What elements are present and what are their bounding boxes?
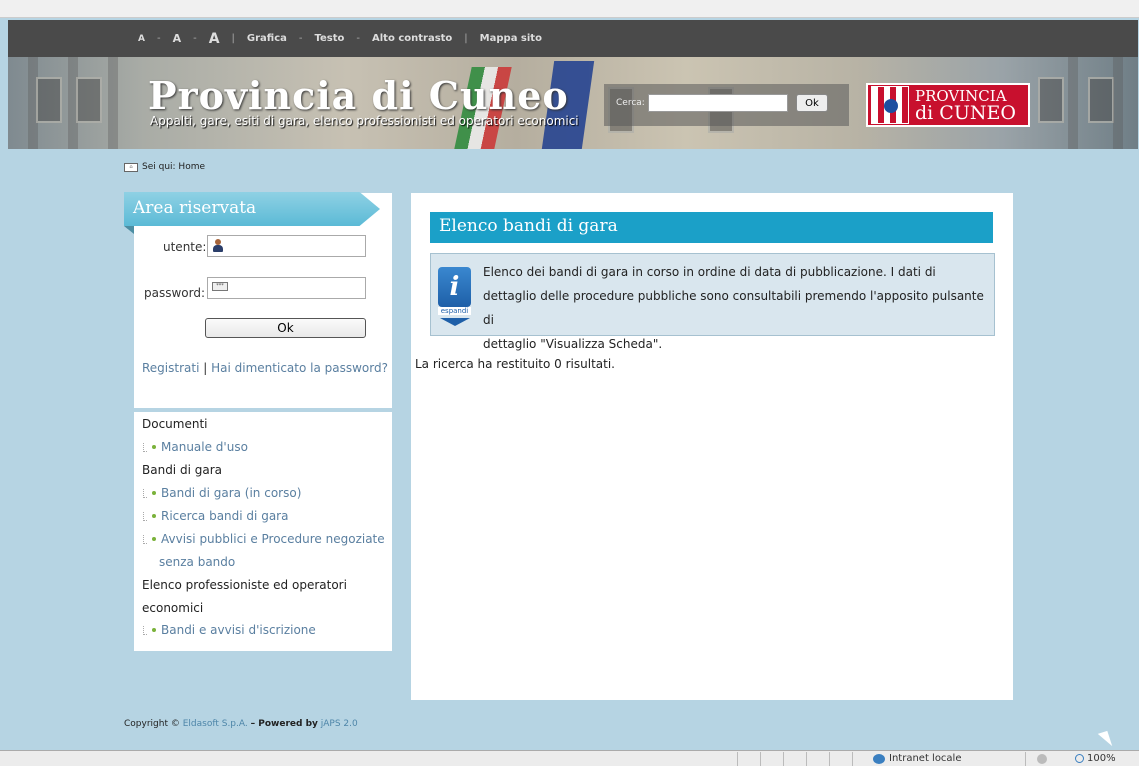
menu-item-bandi-iscrizione[interactable]: Bandi e avvisi d'iscrizione xyxy=(143,623,316,637)
search-box: Cerca: Ok xyxy=(604,84,849,126)
accessibility-bar: A - A - A | Grafica - Testo - Alto contr… xyxy=(8,20,1138,57)
info-text: Elenco dei bandi di gara in corso in ord… xyxy=(483,265,984,351)
menu-section-elenco: Elenco professioniste ed operatori xyxy=(142,578,347,592)
forgot-password-link[interactable]: Hai dimenticato la password? xyxy=(211,361,388,375)
menu-section-documenti: Documenti xyxy=(142,417,208,431)
separator: - xyxy=(298,33,303,44)
breadcrumb: ⌂ Sei qui: Home xyxy=(124,162,205,172)
font-size-small-link[interactable]: A xyxy=(138,34,145,44)
mouse-cursor-icon xyxy=(1097,730,1113,750)
menu-item-avvisi-pubblici[interactable]: Avvisi pubblici e Procedure negoziate xyxy=(143,532,385,546)
font-size-large-link[interactable]: A xyxy=(209,31,220,47)
header-banner: Provincia di Cuneo Appalti, gare, esiti … xyxy=(8,57,1138,149)
bullet-icon xyxy=(152,491,156,495)
bullet-icon xyxy=(152,628,156,632)
password-label: password: xyxy=(144,286,206,300)
provincia-logo[interactable]: PROVINCIA di CUNEO xyxy=(866,83,1030,127)
grafica-link[interactable]: Grafica xyxy=(247,33,287,44)
tab-fold-decoration xyxy=(124,226,134,234)
intranet-globe-icon xyxy=(873,753,885,764)
copyright: Copyright © Eldasoft S.p.A. – Powered by… xyxy=(124,719,358,729)
bullet-icon xyxy=(152,537,156,541)
login-links: Registrati | Hai dimenticato la password… xyxy=(142,361,388,375)
browser-status-bar: Intranet locale 100% xyxy=(0,750,1139,766)
content-title-bar: Elenco bandi di gara xyxy=(430,212,993,243)
site-subtitle: Appalti, gare, esiti di gara, elenco pro… xyxy=(150,114,579,128)
search-label: Cerca: xyxy=(616,98,645,108)
search-input[interactable] xyxy=(648,94,788,112)
area-riservata-header: Area riservata xyxy=(124,192,380,226)
menu-section-bandi: Bandi di gara xyxy=(142,463,222,477)
expand-arrow-icon[interactable] xyxy=(440,318,470,326)
password-icon: *** xyxy=(212,282,228,291)
zoom-icon xyxy=(1075,754,1084,763)
mappa-sito-link[interactable]: Mappa sito xyxy=(480,33,542,44)
page-title: Elenco bandi di gara xyxy=(439,216,618,236)
login-ok-button[interactable]: Ok xyxy=(205,318,366,338)
password-field[interactable]: *** xyxy=(207,277,366,299)
separator: | xyxy=(203,361,208,375)
eldasoft-link[interactable]: Eldasoft S.p.A. xyxy=(183,719,248,729)
area-riservata-title: Area riservata xyxy=(133,198,257,218)
logo-line2: di CUNEO xyxy=(915,102,1016,124)
site-title: Provincia di Cuneo xyxy=(148,73,569,118)
search-button[interactable]: Ok xyxy=(796,94,828,112)
separator: - xyxy=(156,33,161,44)
menu-item-manuale[interactable]: Manuale d'uso xyxy=(143,440,248,454)
separator: | xyxy=(231,33,235,44)
protected-mode-icon[interactable] xyxy=(1037,754,1047,764)
bullet-icon xyxy=(152,445,156,449)
search-result-text: La ricerca ha restituito 0 risultati. xyxy=(415,357,615,371)
alto-contrasto-link[interactable]: Alto contrasto xyxy=(372,33,452,44)
zoom-control[interactable]: 100% xyxy=(1075,753,1116,764)
japs-link[interactable]: jAPS 2.0 xyxy=(321,719,358,729)
bullet-icon xyxy=(152,514,156,518)
coat-of-arms-icon xyxy=(871,86,909,124)
browser-top-strip xyxy=(0,0,1139,18)
menu-section-elenco-cont: economici xyxy=(142,601,204,615)
menu-item-bandi-in-corso[interactable]: Bandi di gara (in corso) xyxy=(143,486,301,500)
menu-item-avvisi-pubblici-cont[interactable]: senza bando xyxy=(159,555,235,569)
font-size-medium-link[interactable]: A xyxy=(173,32,182,45)
breadcrumb-text[interactable]: Sei qui: Home xyxy=(142,162,205,172)
register-link[interactable]: Registrati xyxy=(142,361,199,375)
user-icon xyxy=(212,239,224,253)
security-zone[interactable]: Intranet locale xyxy=(873,753,962,764)
separator: - xyxy=(193,33,197,44)
username-field[interactable] xyxy=(207,235,366,257)
menu-item-ricerca-bandi[interactable]: Ricerca bandi di gara xyxy=(143,509,288,523)
testo-link[interactable]: Testo xyxy=(315,33,345,44)
home-icon: ⌂ xyxy=(124,162,138,172)
separator: - xyxy=(356,33,361,44)
expand-label[interactable]: espandi xyxy=(438,307,471,315)
separator: | xyxy=(464,33,468,44)
username-label: utente: xyxy=(163,240,207,254)
info-icon[interactable]: i xyxy=(438,267,471,307)
